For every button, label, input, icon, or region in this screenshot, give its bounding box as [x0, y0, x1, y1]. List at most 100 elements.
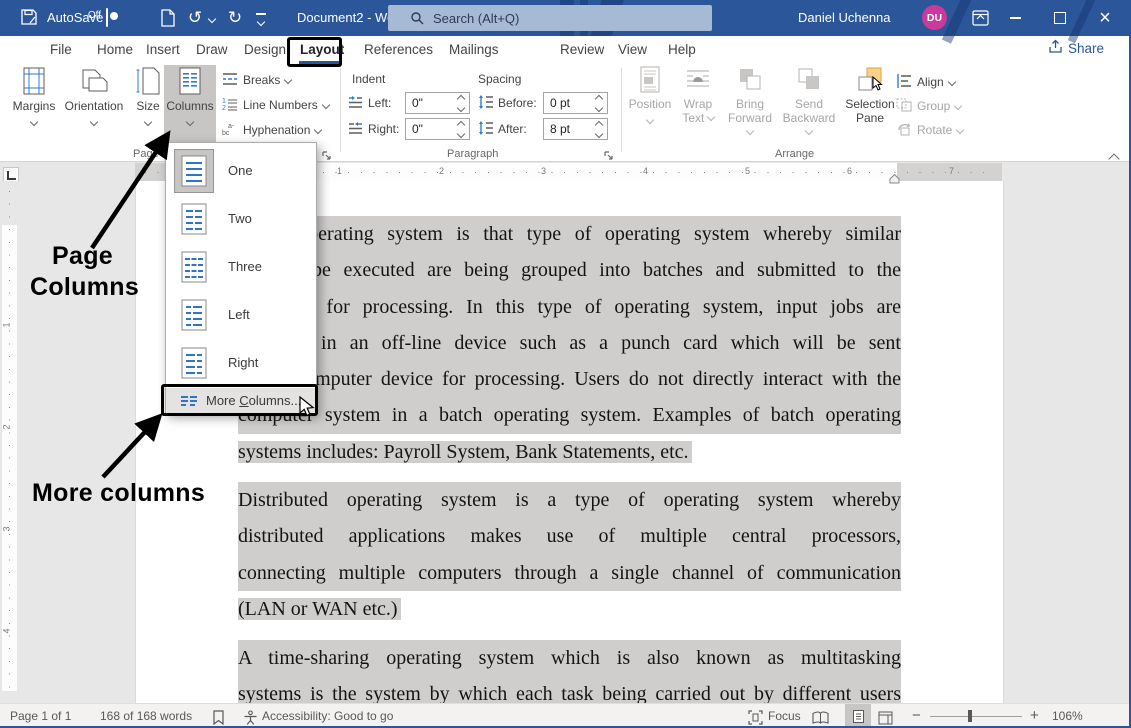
position-button[interactable]: Position: [628, 66, 672, 128]
collapse-ribbon-icon[interactable]: [1110, 148, 1118, 166]
spacing-after-value: 8 pt: [550, 122, 570, 136]
doc-line[interactable]: prepared in an off-line device such as a…: [238, 325, 901, 361]
doc-line[interactable]: to the computer device for processing. U…: [238, 361, 901, 397]
paragraph-time-sharing-os[interactable]: A time-sharing operating system which is…: [238, 640, 901, 703]
send-backward-button[interactable]: Send Backward: [780, 66, 838, 139]
undo-dropdown-icon[interactable]: [208, 15, 216, 23]
hyphenation-button[interactable]: a-bc Hyphenation: [222, 120, 321, 140]
menu-item-left[interactable]: Left: [166, 291, 316, 339]
menu-item-three[interactable]: Three: [166, 243, 316, 291]
bring-forward-label-1: Bring: [724, 97, 776, 111]
doc-line[interactable]: connecting multiple computers through a …: [238, 555, 901, 591]
paragraph-dialog-launcher-icon[interactable]: [604, 148, 614, 166]
tab-help[interactable]: Help: [664, 36, 700, 64]
undo-button[interactable]: ↺: [184, 0, 206, 36]
line-numbers-button[interactable]: 12 Line Numbers: [222, 95, 329, 115]
avatar[interactable]: DU: [922, 5, 947, 30]
indent-right-stepper[interactable]: [455, 120, 467, 139]
accessibility-status[interactable]: Accessibility: Good to go: [262, 704, 393, 728]
group-button[interactable]: Group: [896, 96, 961, 116]
indent-left-value: 0": [412, 96, 423, 110]
ribbon-display-options-icon[interactable]: [972, 10, 989, 31]
page-indicator[interactable]: Page 1 of 1: [10, 704, 71, 728]
autosave-toggle[interactable]: Off: [106, 8, 108, 27]
doc-line[interactable]: computer for processing. In this type of…: [238, 289, 901, 325]
tab-file[interactable]: File: [46, 36, 76, 64]
tab-references[interactable]: References: [360, 36, 437, 64]
spacing-before-input[interactable]: 0 pt: [543, 92, 608, 114]
tab-view[interactable]: View: [614, 36, 651, 64]
save-icon[interactable]: [20, 8, 38, 31]
margins-label: Margins: [10, 99, 58, 113]
indent-left-input[interactable]: 0": [405, 92, 470, 114]
spacing-before-stepper[interactable]: [593, 94, 605, 113]
arrange-group-label: Arrange: [775, 148, 814, 160]
minimize-button[interactable]: [1000, 0, 1030, 36]
doc-line[interactable]: A time-sharing operating system which is…: [238, 640, 901, 676]
annotation-more-columns: More columns: [32, 478, 205, 509]
doc-line[interactable]: computer system in a batch operating sys…: [238, 397, 901, 433]
orientation-button[interactable]: Orientation: [62, 66, 126, 130]
focus-button[interactable]: Focus: [768, 704, 801, 728]
qat-more-chevron-icon[interactable]: [257, 18, 265, 26]
qat-more-icon[interactable]: [256, 13, 266, 15]
ruler-number: 3: [541, 166, 546, 176]
menu-item-one[interactable]: One: [166, 147, 316, 195]
doc-line[interactable]: jobs to be executed are being grouped in…: [238, 252, 901, 288]
page-setup-dialog-launcher-icon[interactable]: [322, 148, 332, 166]
doc-line[interactable]: (LAN or WAN etc.): [238, 591, 901, 627]
zoom-in-button[interactable]: +: [1030, 704, 1039, 728]
zoom-level[interactable]: 106%: [1052, 704, 1083, 728]
doc-line[interactable]: distributed applications makes use of mu…: [238, 518, 901, 554]
search-input[interactable]: Search (Alt+Q): [388, 5, 712, 31]
search-icon: [410, 11, 424, 25]
menu-item-right[interactable]: Right: [166, 339, 316, 387]
size-button[interactable]: Size: [128, 66, 168, 130]
align-button[interactable]: Align: [896, 72, 955, 92]
tab-home[interactable]: Home: [93, 36, 137, 64]
indent-right-input[interactable]: 0": [405, 118, 470, 140]
zoom-out-button[interactable]: −: [912, 704, 921, 728]
margins-chevron-icon: [30, 118, 38, 126]
columns-right-icon: [174, 341, 214, 385]
paragraph-distributed-os[interactable]: Distributed operating system is a type o…: [238, 482, 901, 627]
send-backward-label-1: Send: [780, 97, 838, 111]
tab-insert[interactable]: Insert: [142, 36, 184, 64]
close-button[interactable]: ×: [1090, 0, 1120, 36]
tab-mailings[interactable]: Mailings: [445, 36, 503, 64]
status-bar: Page 1 of 1 168 of 168 words Accessibili…: [0, 703, 1131, 728]
print-layout-icon[interactable]: [845, 704, 871, 728]
spacing-before-label: Before:: [498, 92, 537, 114]
rotate-button[interactable]: Rotate: [896, 120, 963, 140]
indent-left-label: Left:: [368, 92, 391, 114]
selection-pane-button[interactable]: Selection Pane: [842, 66, 898, 125]
zoom-slider-track[interactable]: [930, 716, 1022, 717]
tab-review[interactable]: Review: [556, 36, 608, 64]
ruler-number: 7: [949, 166, 954, 176]
redo-button[interactable]: ↻: [224, 0, 246, 36]
spacing-after-input[interactable]: 8 pt: [543, 118, 608, 140]
title-bar: AutoSave Off ↺ ↻ Document2 - Word Search…: [0, 0, 1131, 36]
share-button[interactable]: Share: [1048, 39, 1104, 57]
paragraph-batch-os[interactable]: Batch operating system is that type of o…: [238, 216, 901, 470]
doc-line[interactable]: systems is the system by which each task…: [238, 676, 901, 703]
spacing-after-stepper[interactable]: [593, 120, 605, 139]
right-indent-marker[interactable]: [889, 171, 900, 189]
doc-line[interactable]: Batch operating system is that type of o…: [238, 216, 901, 252]
menu-item-two[interactable]: Two: [166, 195, 316, 243]
doc-line[interactable]: systems includes: Payroll System, Bank S…: [238, 434, 901, 470]
new-document-icon[interactable]: [160, 9, 176, 32]
columns-button[interactable]: Columns: [164, 66, 216, 130]
breaks-button[interactable]: Breaks: [222, 70, 291, 90]
maximize-button[interactable]: [1045, 0, 1075, 36]
zoom-slider-thumb[interactable]: [968, 710, 972, 722]
bring-forward-button[interactable]: Bring Forward: [724, 66, 776, 139]
margins-button[interactable]: Margins: [10, 66, 58, 130]
doc-line[interactable]: Distributed operating system is a type o…: [238, 482, 901, 518]
tab-design[interactable]: Design: [240, 36, 290, 64]
breaks-chevron-icon: [284, 76, 292, 84]
wrap-text-button[interactable]: Wrap Text: [676, 66, 720, 125]
word-count[interactable]: 168 of 168 words: [100, 704, 192, 728]
indent-left-stepper[interactable]: [455, 94, 467, 113]
tab-draw[interactable]: Draw: [192, 36, 232, 64]
